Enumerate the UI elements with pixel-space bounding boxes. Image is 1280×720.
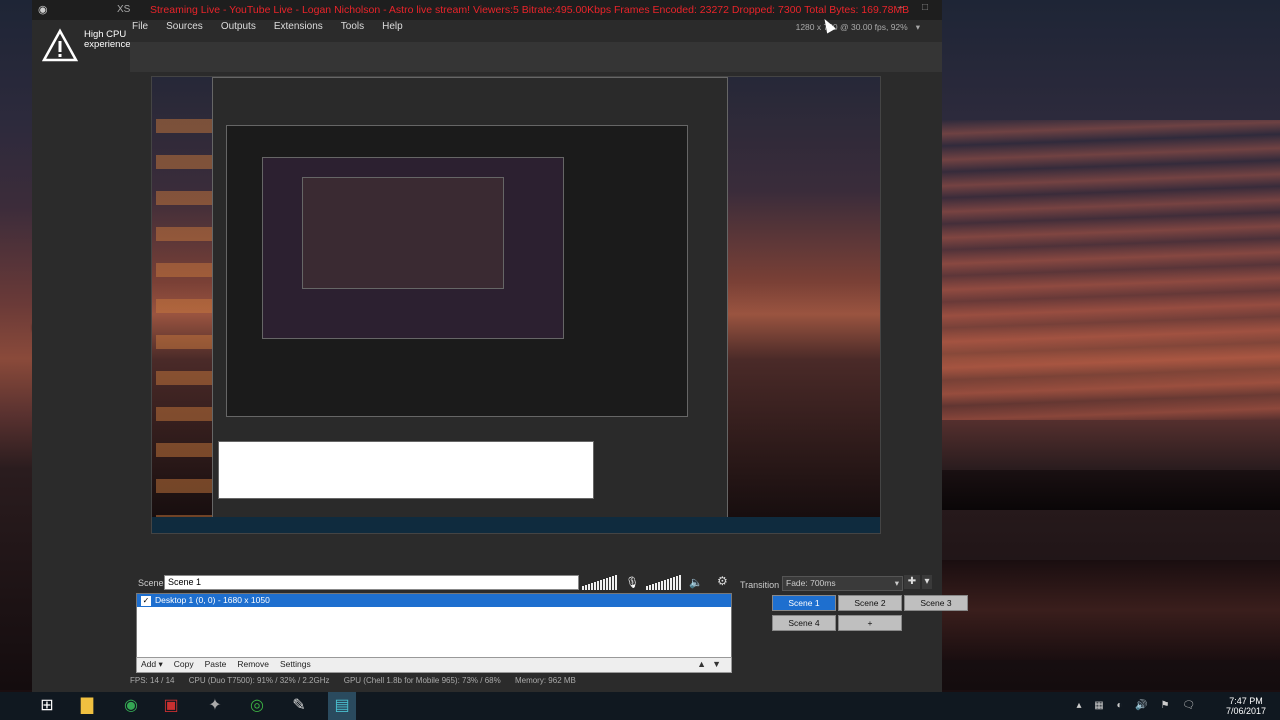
preview-source-list [218, 441, 594, 499]
xsplit-taskbar-item[interactable]: ▤ [328, 692, 356, 720]
speaker-icon[interactable]: 🔈 [689, 576, 703, 589]
system-tray[interactable]: ▴ ▦ ◐ 🔊 ⚑ 🗨 [1076, 700, 1200, 711]
transition-select[interactable]: Fade: 700ms ▾ [782, 576, 903, 591]
menu-extensions[interactable]: Extensions [272, 21, 323, 32]
status-bar: FPS: 14 / 14 CPU (Duo T7500): 91% / 32% … [130, 676, 942, 690]
speaker-volume-meter[interactable] [646, 575, 682, 590]
volume-bar [603, 579, 605, 590]
preview-desktop-icons [156, 97, 214, 517]
add-scene-button[interactable]: + [838, 615, 902, 631]
volume-bar [646, 586, 649, 590]
menu-help[interactable]: Help [380, 21, 403, 32]
gear-icon[interactable]: ⚙ [717, 574, 728, 588]
chevron-down-icon[interactable]: ▾ [916, 22, 920, 32]
volume-bar [615, 575, 617, 590]
volume-bar [661, 581, 664, 590]
volume-bar [658, 582, 661, 590]
volume-bar [600, 580, 602, 590]
source-toolbar: Add ▾ Copy Paste Remove Settings ▲▼ [136, 657, 732, 673]
memory-status: Memory: 962 MB [514, 676, 576, 685]
menu-outputs[interactable]: Outputs [219, 21, 256, 32]
fps-status: FPS: 14 / 14 [130, 676, 175, 685]
wallpaper-clouds [940, 120, 1280, 420]
volume-bar [606, 578, 608, 590]
chrome-icon[interactable]: ◉ [120, 696, 142, 716]
xsplit-icon: ▤ [334, 697, 350, 714]
menu-tools[interactable]: Tools [339, 21, 364, 32]
volume-bar [667, 579, 670, 590]
scene-button[interactable]: Scene 2 [838, 595, 902, 611]
source-list[interactable]: ✓ Desktop 1 (0, 0) - 1680 x 1050 [136, 593, 732, 661]
volume-bar [652, 584, 655, 590]
wallpaper-treeline [940, 470, 1280, 510]
windows-start-icon[interactable]: ⊞ [36, 696, 58, 716]
backyard-app-icon[interactable]: ▣ [160, 696, 182, 716]
pen-tool-icon[interactable]: ✎ [288, 696, 310, 716]
source-label: Desktop 1 (0, 0) - 1680 x 1050 [155, 595, 270, 605]
chevron-down-icon[interactable]: ▾ [922, 575, 932, 589]
transition-add-button[interactable]: ✚ [904, 575, 920, 589]
warning-text: High CPU experience [84, 29, 131, 50]
menu-sources[interactable]: Sources [164, 21, 203, 32]
app-abbrev: XS [117, 4, 131, 15]
chevron-down-icon: ▾ [894, 578, 899, 588]
title-bar: ◉ XS Streaming Live - YouTube Live - Log… [32, 0, 942, 20]
volume-bar [582, 586, 584, 590]
warning-icon [42, 28, 78, 62]
preview-taskbar [152, 517, 880, 533]
volume-bar [591, 583, 593, 590]
xsplit-window: ◉ XS Streaming Live - YouTube Live - Log… [32, 0, 968, 692]
volume-bar [679, 575, 682, 590]
source-copy-button[interactable]: Copy [174, 659, 194, 669]
source-row[interactable]: ✓ Desktop 1 (0, 0) - 1680 x 1050 [137, 594, 731, 607]
source-paste-button[interactable]: Paste [205, 659, 227, 669]
microphone-icon[interactable]: 🎙 [625, 576, 639, 589]
scene-button[interactable]: Scene 4 [772, 615, 836, 631]
cpu-warning: High CPU experience [42, 28, 132, 68]
preview-nested-window-3 [302, 177, 504, 289]
window-controls[interactable]: – □ [898, 2, 936, 13]
move-source-arrows[interactable]: ▲▼ [697, 659, 727, 669]
source-remove-button[interactable]: Remove [237, 659, 269, 669]
source-settings-button[interactable]: Settings [280, 659, 311, 669]
scene-name-input[interactable]: Scene 1 [164, 575, 579, 590]
volume-bar [588, 584, 590, 590]
volume-bar [664, 580, 667, 590]
scene-button[interactable]: Scene 1 [772, 595, 836, 611]
phd-guiding-icon[interactable]: ◎ [246, 696, 268, 716]
volume-bar [594, 582, 596, 590]
scene-label: Scene [138, 578, 164, 588]
preview-border [130, 42, 942, 72]
volume-bar [612, 576, 614, 590]
gpu-status: GPU (Chell 1.8b for Mobile 965): 73% / 6… [343, 676, 501, 685]
scene-button[interactable]: Scene 3 [904, 595, 968, 611]
window-title: Streaming Live - YouTube Live - Logan Ni… [150, 4, 910, 16]
controls-panel: Scene Scene 1 🎙 🔈 ⚙ ✓ Desktop 1 (0, 0) - … [130, 540, 968, 690]
telescope-app-icon[interactable]: ✦ [204, 696, 226, 716]
source-add-button[interactable]: Add ▾ [141, 659, 163, 670]
app-logo-icon: ◉ [38, 4, 48, 16]
source-visible-checkbox[interactable]: ✓ [141, 595, 151, 606]
volume-bar [609, 577, 611, 590]
transition-label: Transition [740, 580, 780, 590]
clock[interactable]: 7:47 PM 7/06/2017 [1226, 696, 1266, 716]
wallpaper-water [940, 560, 1280, 660]
taskbar: ⊞ ▇ ◉ ▣ ✦ ◎ ✎ ▤ ▴ ▦ ◐ 🔊 ⚑ 🗨 7:47 PM 7/06… [0, 692, 1280, 720]
stream-preview[interactable] [151, 76, 881, 534]
volume-bar [597, 581, 599, 590]
volume-bar [676, 576, 679, 590]
menu-file[interactable]: File [130, 21, 148, 32]
volume-bar [670, 578, 673, 590]
volume-controls: 🎙 🔈 [582, 575, 732, 590]
file-explorer-icon[interactable]: ▇ [76, 696, 98, 716]
volume-bar [673, 577, 676, 590]
volume-bar [649, 585, 652, 590]
volume-bar [585, 585, 587, 590]
resolution-info[interactable]: 1280 x 720 @ 30.00 fps, 92% ▾ [796, 22, 920, 33]
volume-bar [655, 583, 658, 590]
cpu-status: CPU (Duo T7500): 91% / 32% / 2.2GHz [188, 676, 330, 685]
mic-volume-meter[interactable] [582, 575, 618, 590]
